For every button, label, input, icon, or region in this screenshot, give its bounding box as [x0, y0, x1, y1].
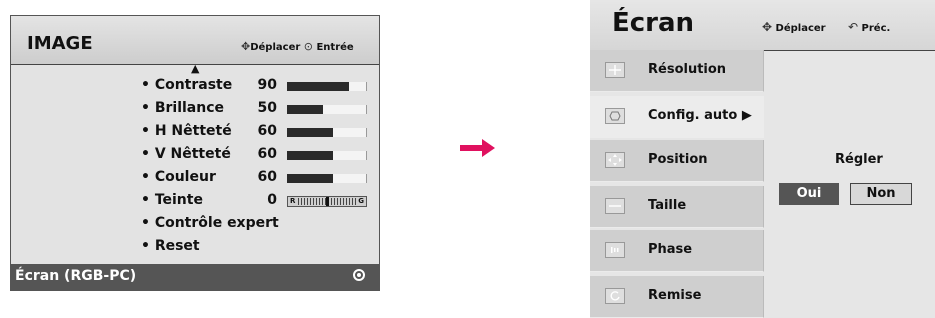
menu-item-taille[interactable]: Taille — [590, 186, 764, 228]
level-fill — [287, 105, 323, 114]
menu-item-position[interactable]: Position — [590, 140, 764, 182]
yes-button[interactable]: Oui — [779, 183, 839, 205]
menu-item-contraste[interactable]: • Contraste 90 — [141, 74, 377, 96]
right-arrow-icon — [460, 139, 495, 157]
tint-red-label: R — [290, 197, 296, 205]
menu-item-label: • Reset — [141, 238, 200, 254]
menu-item-label: Taille — [648, 198, 687, 213]
menu-item-couleur[interactable]: • Couleur 60 — [141, 166, 377, 188]
ecran-menu-title: Écran — [612, 8, 695, 38]
menu-item-brillance[interactable]: • Brillance 50 — [141, 97, 377, 119]
menu-item-label: • Couleur — [141, 169, 216, 185]
menu-item-config-auto[interactable]: Config. auto ▶ — [590, 96, 764, 138]
ecran-menu-panel: Écran ✥ Déplacer ↶ Préc. Résolution Conf… — [590, 0, 935, 318]
menu-item-label: • Brillance — [141, 100, 225, 116]
menu-item-label: Résolution — [648, 62, 727, 77]
tint-marker — [326, 197, 329, 206]
level-bar[interactable] — [287, 82, 367, 91]
menu-item-label: Remise — [648, 288, 702, 303]
menu-item-label: Phase — [648, 242, 693, 257]
menu-item-reset[interactable]: • Reset — [141, 235, 377, 257]
adjust-dialog-title: Régler — [835, 152, 883, 167]
move-icon: ✥ — [241, 40, 251, 53]
reset-icon — [605, 288, 625, 304]
level-fill — [287, 151, 333, 160]
triangle-up-icon[interactable]: ▲ — [191, 63, 199, 74]
menu-item-remise[interactable]: Remise — [590, 276, 764, 318]
move-hint-label: Déplacer — [250, 42, 301, 53]
image-menu-header: IMAGE ✥Déplacer ⊙ Entrée — [11, 16, 379, 65]
tint-green-label: G — [358, 197, 364, 205]
level-fill — [287, 82, 349, 91]
selected-menu-item-ecran[interactable]: Écran (RGB-PC) — [11, 264, 379, 290]
selected-item-label: Écran (RGB-PC) — [15, 268, 137, 284]
size-icon — [605, 198, 625, 214]
menu-item-controle-expert[interactable]: • Contrôle expert — [141, 212, 377, 234]
resolution-icon — [605, 62, 625, 78]
position-icon — [605, 152, 625, 168]
move-icon: ✥ — [762, 20, 773, 34]
menu-item-value: 0 — [267, 192, 277, 208]
image-menu-panel: IMAGE ✥Déplacer ⊙ Entrée ▲ • Contraste 9… — [10, 15, 380, 291]
level-fill — [287, 174, 333, 183]
menu-item-resolution[interactable]: Résolution — [590, 50, 764, 92]
menu-item-value: 50 — [257, 100, 277, 116]
menu-item-phase[interactable]: Phase — [590, 230, 764, 272]
tint-slider[interactable]: R G — [287, 196, 367, 207]
menu-item-value: 60 — [257, 123, 277, 139]
radio-selected-icon — [353, 269, 365, 281]
image-menu-title: IMAGE — [27, 33, 93, 54]
no-button[interactable]: Non — [850, 183, 912, 205]
menu-item-v-nettete[interactable]: • V Nêtteté 60 — [141, 143, 377, 165]
level-bar[interactable] — [287, 174, 367, 183]
move-hint: ✥ Déplacer — [762, 20, 826, 34]
menu-item-value: 60 — [257, 146, 277, 162]
auto-config-icon — [605, 108, 625, 124]
level-bar[interactable] — [287, 151, 367, 160]
menu-item-label: • V Nêtteté — [141, 146, 231, 162]
enter-hint-label: Entrée — [316, 42, 354, 53]
menu-item-value: 60 — [257, 169, 277, 185]
phase-icon — [605, 242, 625, 258]
menu-item-label: Position — [648, 152, 708, 167]
level-bar[interactable] — [287, 128, 367, 137]
level-bar[interactable] — [287, 105, 367, 114]
menu-item-label: • Contrôle expert — [141, 215, 279, 231]
level-fill — [287, 128, 333, 137]
menu-item-label: Config. auto ▶ — [648, 108, 752, 123]
menu-item-h-nettete[interactable]: • H Nêtteté 60 — [141, 120, 377, 142]
menu-item-label: • H Nêtteté — [141, 123, 232, 139]
menu-item-teinte[interactable]: • Teinte 0 R G — [141, 189, 377, 211]
back-icon: ↶ — [848, 20, 859, 34]
menu-item-label: • Teinte — [141, 192, 203, 208]
back-hint-label: Préc. — [861, 23, 891, 34]
navigation-hint: ✥Déplacer ⊙ Entrée — [241, 40, 354, 53]
ecran-menu-header: Écran ✥ Déplacer ↶ Préc. — [590, 0, 935, 51]
enter-icon: ⊙ — [303, 40, 313, 53]
menu-item-label: • Contraste — [141, 77, 233, 93]
menu-item-value: 90 — [257, 77, 277, 93]
back-hint: ↶ Préc. — [848, 20, 890, 34]
move-hint-label: Déplacer — [775, 23, 826, 34]
